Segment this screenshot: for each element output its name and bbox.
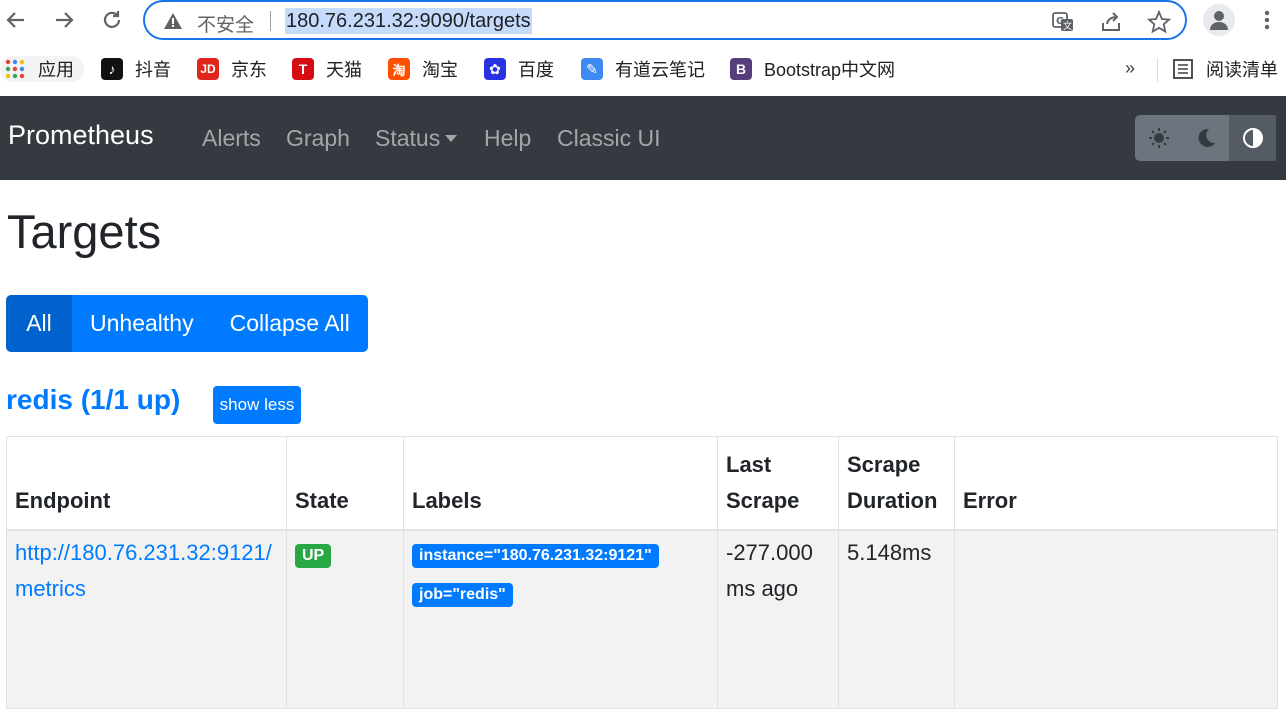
column-header-error: Error <box>954 436 1278 531</box>
column-header-labels: Labels <box>403 436 718 531</box>
bookmark-youdao[interactable]: ✎ 有道云笔记 <box>581 56 705 82</box>
bookmark-label: 百度 <box>518 60 554 80</box>
targets-table: Endpoint State Labels Last Scrape Scrape… <box>6 436 1278 709</box>
tmall-icon: T <box>292 58 314 80</box>
dark-theme-icon[interactable] <box>1182 115 1229 161</box>
bookmark-label: 应用 <box>38 60 74 80</box>
baidu-icon: ✿ <box>484 58 506 80</box>
state-badge: UP <box>295 544 332 568</box>
nav-status-label: Status <box>375 125 441 151</box>
app-navbar: Prometheus Alerts Graph Status Help Clas… <box>0 96 1286 180</box>
menu-kebab-icon[interactable] <box>1257 8 1277 32</box>
bookmark-label: 有道云笔记 <box>615 60 705 80</box>
bookmark-tmall[interactable]: T 天猫 <box>292 56 362 82</box>
divider <box>270 11 271 31</box>
apps-grid-icon <box>4 58 26 80</box>
address-bar[interactable]: 不安全 180.76.231.32:9090/targets G文 <box>143 0 1187 40</box>
job-title-link[interactable]: redis (1/1 up) <box>6 384 180 416</box>
insecure-label: 不安全 <box>197 15 255 36</box>
endpoint-link[interactable]: http://180.76.231.32:9121/metrics <box>15 540 272 601</box>
label-badge-instance: instance="180.76.231.32:9121" <box>412 544 659 568</box>
bookmark-taobao[interactable]: 淘 淘宝 <box>388 56 458 82</box>
bootstrap-icon: B <box>730 58 752 80</box>
bookmark-label: 京东 <box>231 60 267 80</box>
warning-icon[interactable] <box>163 11 183 31</box>
nav-classic-ui[interactable]: Classic UI <box>557 125 661 152</box>
auto-theme-icon[interactable] <box>1229 115 1276 161</box>
labels-cell: instance="180.76.231.32:9121" job="redis… <box>403 529 718 709</box>
theme-switcher <box>1135 115 1276 161</box>
nav-help[interactable]: Help <box>484 125 531 152</box>
nav-alerts[interactable]: Alerts <box>202 125 261 152</box>
page-title: Targets <box>7 205 162 258</box>
state-cell: UP <box>286 529 404 709</box>
bookmark-apps[interactable]: 应用 <box>0 56 84 82</box>
label-badge-job: job="redis" <box>412 583 513 607</box>
browser-toolbar: 不安全 180.76.231.32:9090/targets G文 <box>0 0 1286 44</box>
jd-icon: JD <box>197 58 219 80</box>
filter-all-button[interactable]: All <box>6 295 72 352</box>
nav-status[interactable]: Status <box>375 125 458 152</box>
bookmark-douyin[interactable]: ♪ 抖音 <box>101 56 171 82</box>
reload-icon[interactable] <box>98 6 126 34</box>
star-icon[interactable] <box>1146 9 1172 34</box>
taobao-icon: 淘 <box>388 58 410 80</box>
profile-avatar-icon[interactable] <box>1203 4 1235 36</box>
reading-list-icon <box>1172 58 1194 80</box>
bookmark-label: 淘宝 <box>422 60 458 80</box>
more-bookmarks-icon[interactable]: » <box>1125 58 1135 79</box>
douyin-icon: ♪ <box>101 58 123 80</box>
light-theme-icon[interactable] <box>1135 115 1182 161</box>
bookmark-baidu[interactable]: ✿ 百度 <box>484 56 554 82</box>
url-text[interactable]: 180.76.231.32:9090/targets <box>285 8 532 34</box>
youdao-icon: ✎ <box>581 58 603 80</box>
translate-icon[interactable]: G文 <box>1051 10 1075 34</box>
bookmark-label: 抖音 <box>135 60 171 80</box>
column-header-endpoint: Endpoint <box>6 436 287 531</box>
reading-list-label: 阅读清单 <box>1206 60 1278 80</box>
bookmark-label: Bootstrap中文网 <box>764 60 896 80</box>
column-header-last-scrape: Last Scrape <box>717 436 839 531</box>
table-row: http://180.76.231.32:9121/metrics UP ins… <box>6 529 1278 709</box>
filter-unhealthy-button[interactable]: Unhealthy <box>72 295 212 352</box>
collapse-all-button[interactable]: Collapse All <box>211 295 368 352</box>
chevron-down-icon <box>445 134 458 142</box>
bookmarks-bar: 应用 ♪ 抖音 JD 京东 T 天猫 淘 淘宝 ✿ 百度 ✎ 有道云笔记 B B… <box>0 44 1286 96</box>
show-less-button[interactable]: show less <box>213 386 301 424</box>
back-icon[interactable] <box>2 6 30 34</box>
share-icon[interactable] <box>1099 10 1123 34</box>
last-scrape-cell: -277.000 ms ago <box>717 529 839 709</box>
column-header-state: State <box>286 436 404 531</box>
filter-button-group: All Unhealthy Collapse All <box>6 295 368 352</box>
bookmark-label: 天猫 <box>326 60 362 80</box>
reading-list[interactable]: 阅读清单 <box>1172 56 1278 82</box>
endpoint-cell: http://180.76.231.32:9121/metrics <box>6 529 287 709</box>
bookmark-bootstrap[interactable]: B Bootstrap中文网 <box>730 56 895 82</box>
nav-graph[interactable]: Graph <box>286 125 350 152</box>
error-cell <box>954 529 1278 709</box>
bookmark-jd[interactable]: JD 京东 <box>197 56 267 82</box>
brand-logo[interactable]: Prometheus <box>8 120 154 151</box>
forward-icon[interactable] <box>50 6 78 34</box>
divider <box>1157 58 1158 82</box>
svg-text:文: 文 <box>1063 20 1072 32</box>
scrape-duration-cell: 5.148ms <box>838 529 955 709</box>
table-header-row: Endpoint State Labels Last Scrape Scrape… <box>6 436 1278 531</box>
column-header-scrape-duration: Scrape Duration <box>838 436 955 531</box>
